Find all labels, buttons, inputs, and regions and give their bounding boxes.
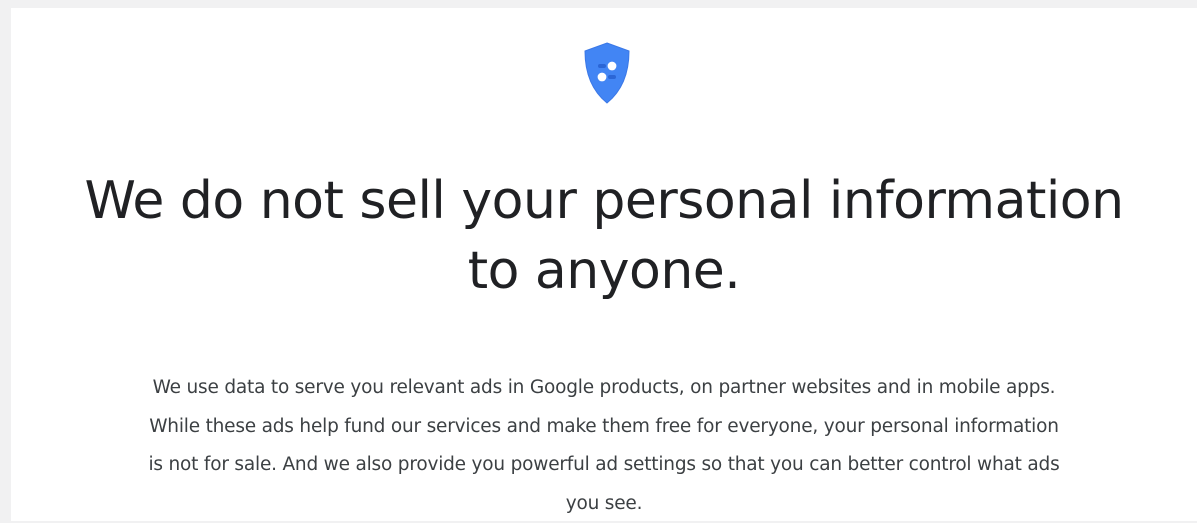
body-line-3: is not for sale. And we also provide you… bbox=[148, 454, 1060, 475]
headline-line-2: to anyone. bbox=[467, 241, 741, 301]
body-copy: We use data to serve you relevant ads in… bbox=[11, 369, 1197, 523]
body-line-2: While these ads help fund our services a… bbox=[149, 415, 1059, 437]
privacy-message-page: We do not sell your personal information… bbox=[11, 8, 1197, 521]
body-line-4: you see. bbox=[565, 492, 643, 514]
headline-line-1: We do not sell your personal information bbox=[84, 171, 1124, 231]
headline: We do not sell your personal information… bbox=[11, 166, 1197, 306]
privacy-shield-icon bbox=[581, 41, 633, 105]
body-line-1: We use data to serve you relevant ads in… bbox=[152, 377, 1056, 398]
